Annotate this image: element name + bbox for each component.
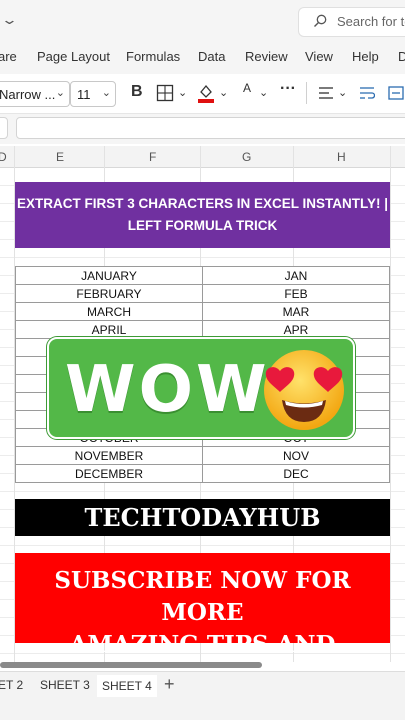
search-box[interactable]: Search for to: [298, 7, 405, 37]
tab-help[interactable]: Help: [352, 49, 379, 64]
font-color-button[interactable]: A: [243, 81, 251, 95]
bold-button[interactable]: B: [131, 83, 143, 101]
wow-text: WOW: [65, 353, 270, 427]
font-name-value: Narrow ...: [0, 87, 56, 102]
name-box[interactable]: [0, 117, 8, 139]
horizontal-scrollbar[interactable]: [0, 662, 262, 668]
column-header-h[interactable]: H: [337, 150, 346, 164]
fill-color-icon[interactable]: [197, 83, 215, 103]
chevron-down-icon: ⌄: [55, 87, 65, 99]
month-cell[interactable]: MARCH: [15, 302, 203, 321]
chevron-down-icon[interactable]: ⌄: [338, 86, 347, 99]
chevron-down-icon[interactable]: ⌄: [1, 12, 18, 28]
search-placeholder: Search for to: [337, 14, 405, 29]
column-header-g[interactable]: G: [242, 150, 251, 164]
table-row: DECEMBER DEC: [15, 464, 390, 483]
borders-icon[interactable]: [156, 84, 174, 102]
chevron-down-icon: ⌄: [101, 87, 111, 99]
chevron-down-icon[interactable]: ⌄: [259, 86, 268, 99]
month-cell[interactable]: APRIL: [15, 320, 203, 339]
wow-sticker: WOW: [47, 337, 355, 439]
chevron-down-icon[interactable]: ⌄: [178, 86, 187, 99]
subscribe-banner: SUBSCRIBE NOW FOR MORE AMAZING TIPS AND …: [15, 553, 390, 690]
font-size-select[interactable]: 11 ⌄: [70, 81, 116, 107]
table-row: APRIL APR: [15, 320, 390, 339]
title-bar: ⌄ Search for to: [0, 0, 405, 42]
sheet-tab-2[interactable]: ET 2: [0, 678, 23, 692]
tab-page-layout[interactable]: Page Layout: [37, 49, 110, 64]
font-size-value: 11: [77, 87, 91, 102]
column-header-f[interactable]: F: [149, 150, 156, 164]
heart-eyes-emoji-icon: [264, 350, 344, 430]
table-row: MARCH MAR: [15, 302, 390, 321]
tab-review[interactable]: Review: [245, 49, 288, 64]
tab-data[interactable]: Data: [198, 49, 225, 64]
month-cell[interactable]: FEBRUARY: [15, 284, 203, 303]
banner-line-1: EXTRACT FIRST 3 CHARACTERS IN EXCEL INST…: [16, 196, 389, 211]
ribbon-tabs: are Page Layout Formulas Data Review Vie…: [0, 42, 405, 74]
abbr-cell[interactable]: DEC: [202, 464, 390, 483]
tab-draw[interactable]: D: [398, 49, 405, 64]
sheet-tab-4[interactable]: SHEET 4: [97, 675, 157, 697]
merge-cells-icon[interactable]: [388, 85, 404, 101]
column-header-e[interactable]: E: [56, 150, 64, 164]
formula-input[interactable]: [16, 117, 405, 139]
month-cell[interactable]: NOVEMBER: [15, 446, 203, 465]
home-toolbar: Narrow ... ⌄ 11 ⌄ B ⌄ ⌄ A ⌄ ··· ⌄: [0, 74, 405, 114]
chevron-down-icon[interactable]: ⌄: [219, 86, 228, 99]
wrap-text-icon[interactable]: [359, 85, 375, 101]
column-headers: D E F G H: [0, 146, 405, 168]
abbr-cell[interactable]: NOV: [202, 446, 390, 465]
abbr-cell[interactable]: APR: [202, 320, 390, 339]
month-cell[interactable]: DECEMBER: [15, 464, 203, 483]
align-icon[interactable]: [318, 86, 334, 100]
table-row: FEBRUARY FEB: [15, 284, 390, 303]
banner-line-2: LEFT FORMULA TRICK: [127, 218, 278, 233]
abbr-cell[interactable]: FEB: [202, 284, 390, 303]
formula-bar: [0, 114, 405, 144]
column-header-d[interactable]: D: [0, 150, 7, 164]
table-row: NOVEMBER NOV: [15, 446, 390, 465]
add-sheet-button[interactable]: +: [164, 674, 175, 695]
tab-view[interactable]: View: [305, 49, 333, 64]
table-row: JANUARY JAN: [15, 266, 390, 285]
font-name-select[interactable]: Narrow ... ⌄: [0, 81, 70, 107]
grid-column-line: [390, 146, 391, 662]
sheet-tabs: ET 2 SHEET 3 SHEET 4 +: [0, 671, 405, 720]
subscribe-line-1: SUBSCRIBE NOW FOR MORE: [54, 567, 351, 626]
tab-formulas[interactable]: Formulas: [126, 49, 180, 64]
toolbar-divider: [306, 82, 307, 104]
month-cell[interactable]: JANUARY: [15, 266, 203, 285]
tab-share[interactable]: are: [0, 49, 17, 64]
sheet-tab-3[interactable]: SHEET 3: [40, 678, 90, 692]
abbr-cell[interactable]: MAR: [202, 302, 390, 321]
more-options-button[interactable]: ···: [280, 80, 296, 98]
brand-banner: TECHTODAYHUB: [15, 499, 390, 536]
abbr-cell[interactable]: JAN: [202, 266, 390, 285]
search-icon: [314, 14, 327, 27]
title-banner: EXTRACT FIRST 3 CHARACTERS IN EXCEL INST…: [15, 182, 390, 248]
